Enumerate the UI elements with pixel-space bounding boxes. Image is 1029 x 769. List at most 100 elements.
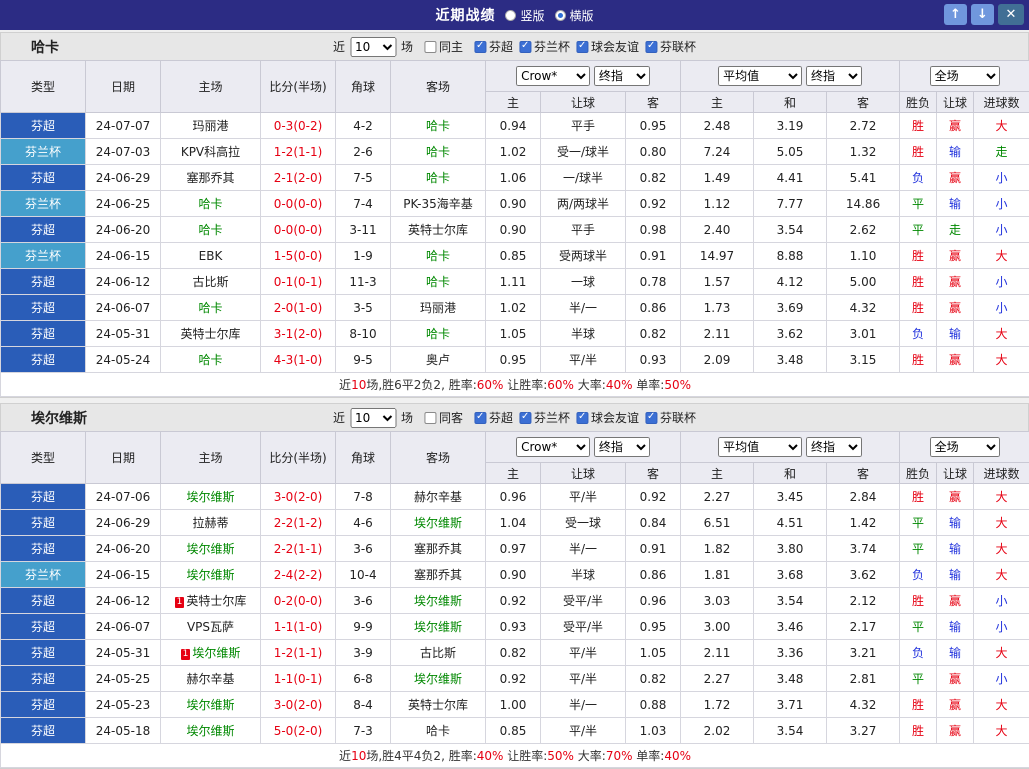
result-outcome: 负 (900, 562, 937, 588)
col-header-odds-away: 客 (626, 92, 681, 113)
average-select[interactable]: 平均值 (718, 437, 802, 457)
move-up-button[interactable]: ↑ (944, 4, 967, 25)
result-outcome: 胜 (900, 588, 937, 614)
handicap-line: 半/一 (541, 536, 626, 562)
handicap-odds-away: 0.84 (626, 510, 681, 536)
radio-icon[interactable] (555, 10, 566, 21)
home-team: 1英特士尔库 (161, 588, 261, 614)
move-down-button[interactable]: ↓ (971, 4, 994, 25)
bookmaker-select[interactable]: Crow* (516, 66, 590, 86)
away-team: PK-35海辛基 (391, 191, 486, 217)
checkbox-icon[interactable] (424, 41, 436, 53)
away-team: 奥卢 (391, 347, 486, 373)
match-scope-select[interactable]: 全场 (930, 66, 1000, 86)
team-name-text: 塞那乔其 (186, 171, 234, 185)
team-name-text: 玛丽港 (420, 301, 456, 315)
avg-odds-draw: 5.05 (754, 139, 827, 165)
handicap-odds-home: 0.82 (486, 640, 541, 666)
team-name-text: 埃尔维斯 (414, 672, 462, 686)
away-team: 玛丽港 (391, 295, 486, 321)
avg-odds-home: 2.09 (681, 347, 754, 373)
checkbox-icon[interactable] (519, 412, 531, 424)
handicap-odds-home: 1.04 (486, 510, 541, 536)
league-checkbox[interactable]: 球会友谊 (576, 38, 639, 55)
titlebar-center: 近期战绩 竖版 横版 (435, 5, 593, 25)
checkbox-icon[interactable] (645, 412, 657, 424)
league-checkbox[interactable]: 芬超 (474, 409, 513, 426)
checkbox-icon[interactable] (474, 41, 486, 53)
result-handicap: 走 (937, 217, 974, 243)
result-goals: 大 (974, 243, 1029, 269)
result-outcome: 胜 (900, 295, 937, 321)
team-name-text: EBK (199, 249, 223, 263)
away-team: 哈卡 (391, 243, 486, 269)
avg-odds-home: 1.82 (681, 536, 754, 562)
avg-odds-home: 2.40 (681, 217, 754, 243)
corner-score: 3-5 (336, 295, 391, 321)
panel-title: 近期战绩 (435, 5, 495, 25)
avg-odds-draw: 8.88 (754, 243, 827, 269)
team-name: 埃尔维斯 (31, 408, 87, 428)
league-checkbox[interactable]: 芬兰杯 (519, 409, 570, 426)
league-checkbox[interactable]: 芬联杯 (645, 38, 696, 55)
team-name-text: 哈卡 (198, 223, 222, 237)
checkbox-icon[interactable] (424, 412, 436, 424)
result-goals: 小 (974, 165, 1029, 191)
handicap-odds-home: 0.90 (486, 562, 541, 588)
handicap-odds-away: 0.98 (626, 217, 681, 243)
summary-row: 近10场,胜4平4负2, 胜率:40% 让胜率:50% 大率:70% 单率:40… (1, 744, 1029, 768)
bookmaker-select[interactable]: Crow* (516, 437, 590, 457)
col-header-avg-home: 主 (681, 92, 754, 113)
away-team: 塞那乔其 (391, 536, 486, 562)
summary-text: 近10场,胜6平2负2, 胜率:60% 让胜率:60% 大率:40% 单率:50… (1, 373, 1029, 397)
checkbox-icon[interactable] (576, 412, 588, 424)
section-divider (0, 398, 1029, 401)
league-badge: 芬超 (1, 484, 86, 510)
league-checkbox[interactable]: 芬超 (474, 38, 513, 55)
handicap-odds-away: 0.82 (626, 321, 681, 347)
result-goals: 大 (974, 692, 1029, 718)
avg-odds-draw: 3.36 (754, 640, 827, 666)
league-badge: 芬超 (1, 640, 86, 666)
league-checkbox[interactable]: 芬联杯 (645, 409, 696, 426)
match-score: 3-1(2-0) (261, 321, 336, 347)
league-checkbox[interactable]: 芬兰杯 (519, 38, 570, 55)
home-team: 1埃尔维斯 (161, 640, 261, 666)
same-venue-checkbox[interactable]: 同客 (424, 409, 463, 426)
result-outcome: 平 (900, 666, 937, 692)
handicap-odds-away: 0.95 (626, 614, 681, 640)
checkbox-icon[interactable] (474, 412, 486, 424)
result-scope-group: 全场 (900, 61, 1029, 92)
recent-count-select[interactable]: 10 (350, 408, 396, 428)
layout-radio-vertical[interactable]: 竖版 (505, 7, 544, 24)
col-header-odds-away: 客 (626, 463, 681, 484)
match-scope-select[interactable]: 全场 (930, 437, 1000, 457)
same-venue-checkbox[interactable]: 同主 (424, 38, 463, 55)
handicap-odds-away: 0.78 (626, 269, 681, 295)
result-handicap: 输 (937, 510, 974, 536)
team-name-text: 古比斯 (420, 646, 456, 660)
match-score: 0-3(0-2) (261, 113, 336, 139)
bookmaker-stage-select[interactable]: 终指 (594, 437, 650, 457)
home-team: 塞那乔其 (161, 165, 261, 191)
team-name-text: 赫尔辛基 (186, 672, 234, 686)
checkbox-icon[interactable] (519, 41, 531, 53)
col-header-goals-result: 进球数 (974, 463, 1029, 484)
layout-radio-horizontal[interactable]: 横版 (555, 7, 594, 24)
recent-count-select[interactable]: 10 (350, 37, 396, 57)
checkbox-icon[interactable] (576, 41, 588, 53)
result-outcome: 平 (900, 217, 937, 243)
handicap-odds-away: 0.91 (626, 536, 681, 562)
league-badge: 芬超 (1, 321, 86, 347)
checkbox-icon[interactable] (645, 41, 657, 53)
radio-icon[interactable] (505, 10, 516, 21)
average-stage-select[interactable]: 终指 (806, 437, 862, 457)
handicap-line: 两/两球半 (541, 191, 626, 217)
avg-odds-home: 2.27 (681, 484, 754, 510)
league-checkbox[interactable]: 球会友谊 (576, 409, 639, 426)
average-select[interactable]: 平均值 (718, 66, 802, 86)
bookmaker-stage-select[interactable]: 终指 (594, 66, 650, 86)
close-button[interactable]: ✕ (998, 4, 1024, 25)
away-team: 古比斯 (391, 640, 486, 666)
average-stage-select[interactable]: 终指 (806, 66, 862, 86)
